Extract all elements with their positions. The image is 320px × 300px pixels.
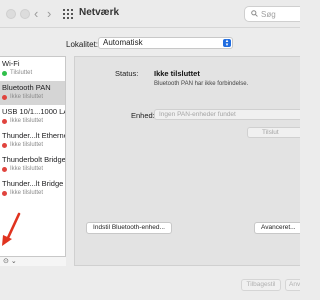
forward-button[interactable]: › — [47, 6, 51, 22]
annotation-arrow-icon — [2, 212, 21, 246]
service-item-thunderbolt-ethernet[interactable]: Thunder...lt Ethernet Ikke tilsluttet — [0, 129, 66, 153]
search-input[interactable] — [261, 8, 299, 20]
service-name: Wi-Fi — [2, 59, 20, 68]
status-value: Ikke tilsluttet — [154, 69, 200, 78]
service-name: Thunder...lt Bridge 2 — [2, 179, 66, 188]
service-name: Thunderbolt Bridge — [2, 155, 66, 164]
service-name: Thunder...lt Ethernet — [2, 131, 66, 140]
window-title: Netværk — [79, 7, 120, 18]
service-item-usb-lan[interactable]: USB 10/1...1000 LAN Ikke tilsluttet — [0, 105, 65, 129]
status-dot-icon — [2, 71, 7, 76]
close-window-button[interactable] — [6, 9, 16, 19]
back-button[interactable]: ‹ — [34, 6, 38, 22]
service-item-thunderbolt-bridge[interactable]: Thunderbolt Bridge Ikke tilsluttet — [0, 153, 66, 177]
advanced-button[interactable]: Avanceret... — [254, 222, 300, 234]
search-field[interactable] — [244, 6, 300, 22]
status-dot-icon — [2, 119, 7, 124]
status-dot-icon — [2, 191, 7, 196]
service-name: USB 10/1...1000 LAN — [2, 107, 65, 116]
revert-button[interactable]: Tilbagestil — [241, 279, 281, 291]
service-status: Ikke tilsluttet — [10, 118, 44, 124]
service-status: Ikke tilsluttet — [10, 166, 44, 172]
location-value: Automatisk — [103, 38, 143, 47]
service-status: Tilsluttet — [10, 70, 33, 76]
chevron-left-icon: ‹ — [34, 6, 39, 21]
device-value: Ingen PAN-enheder fundet — [159, 111, 236, 118]
apply-button[interactable]: Anvend — [285, 279, 300, 291]
action-menu-button[interactable]: ⊙ ⌄ — [3, 258, 21, 266]
minimize-window-button[interactable] — [20, 9, 30, 19]
service-status: Ikke tilsluttet — [10, 142, 44, 148]
detail-panel — [74, 56, 300, 266]
gear-icon: ⊙ — [3, 258, 9, 265]
service-name: Bluetooth PAN — [2, 83, 51, 92]
stepper-arrows-icon: ▴ ▾ — [223, 39, 231, 48]
status-dot-icon — [2, 95, 7, 100]
connect-button[interactable]: Tilslut — [247, 127, 300, 138]
location-select[interactable]: Automatisk ▴ ▾ — [98, 37, 233, 49]
status-dot-icon — [2, 167, 7, 172]
location-label: Lokalitet: — [66, 40, 99, 49]
status-description: Bluetooth PAN har ikke forbindelse. — [154, 81, 249, 87]
service-item-wifi[interactable]: Wi-Fi Tilsluttet — [0, 57, 65, 81]
window-titlebar: ‹ › Netværk — [0, 0, 300, 28]
service-status: Ikke tilsluttet — [10, 190, 44, 196]
service-status: Ikke tilsluttet — [10, 94, 44, 100]
status-label: Status: — [115, 69, 139, 78]
show-all-grid-icon[interactable] — [63, 9, 73, 19]
bluetooth-setup-button[interactable]: Indstil Bluetooth-enhed... — [86, 222, 172, 234]
search-icon — [251, 10, 258, 17]
service-item-bluetooth-pan[interactable]: Bluetooth PAN Ikke tilsluttet — [0, 81, 65, 105]
device-label: Enhed: — [131, 111, 155, 120]
status-dot-icon — [2, 143, 7, 148]
chevron-right-icon: › — [47, 6, 52, 21]
service-list-footer: ⊙ ⌄ — [0, 256, 66, 266]
device-select[interactable]: Ingen PAN-enheder fundet — [154, 109, 300, 120]
service-item-thunderbolt-bridge-2[interactable]: Thunder...lt Bridge 2 Ikke tilsluttet — [0, 177, 66, 201]
